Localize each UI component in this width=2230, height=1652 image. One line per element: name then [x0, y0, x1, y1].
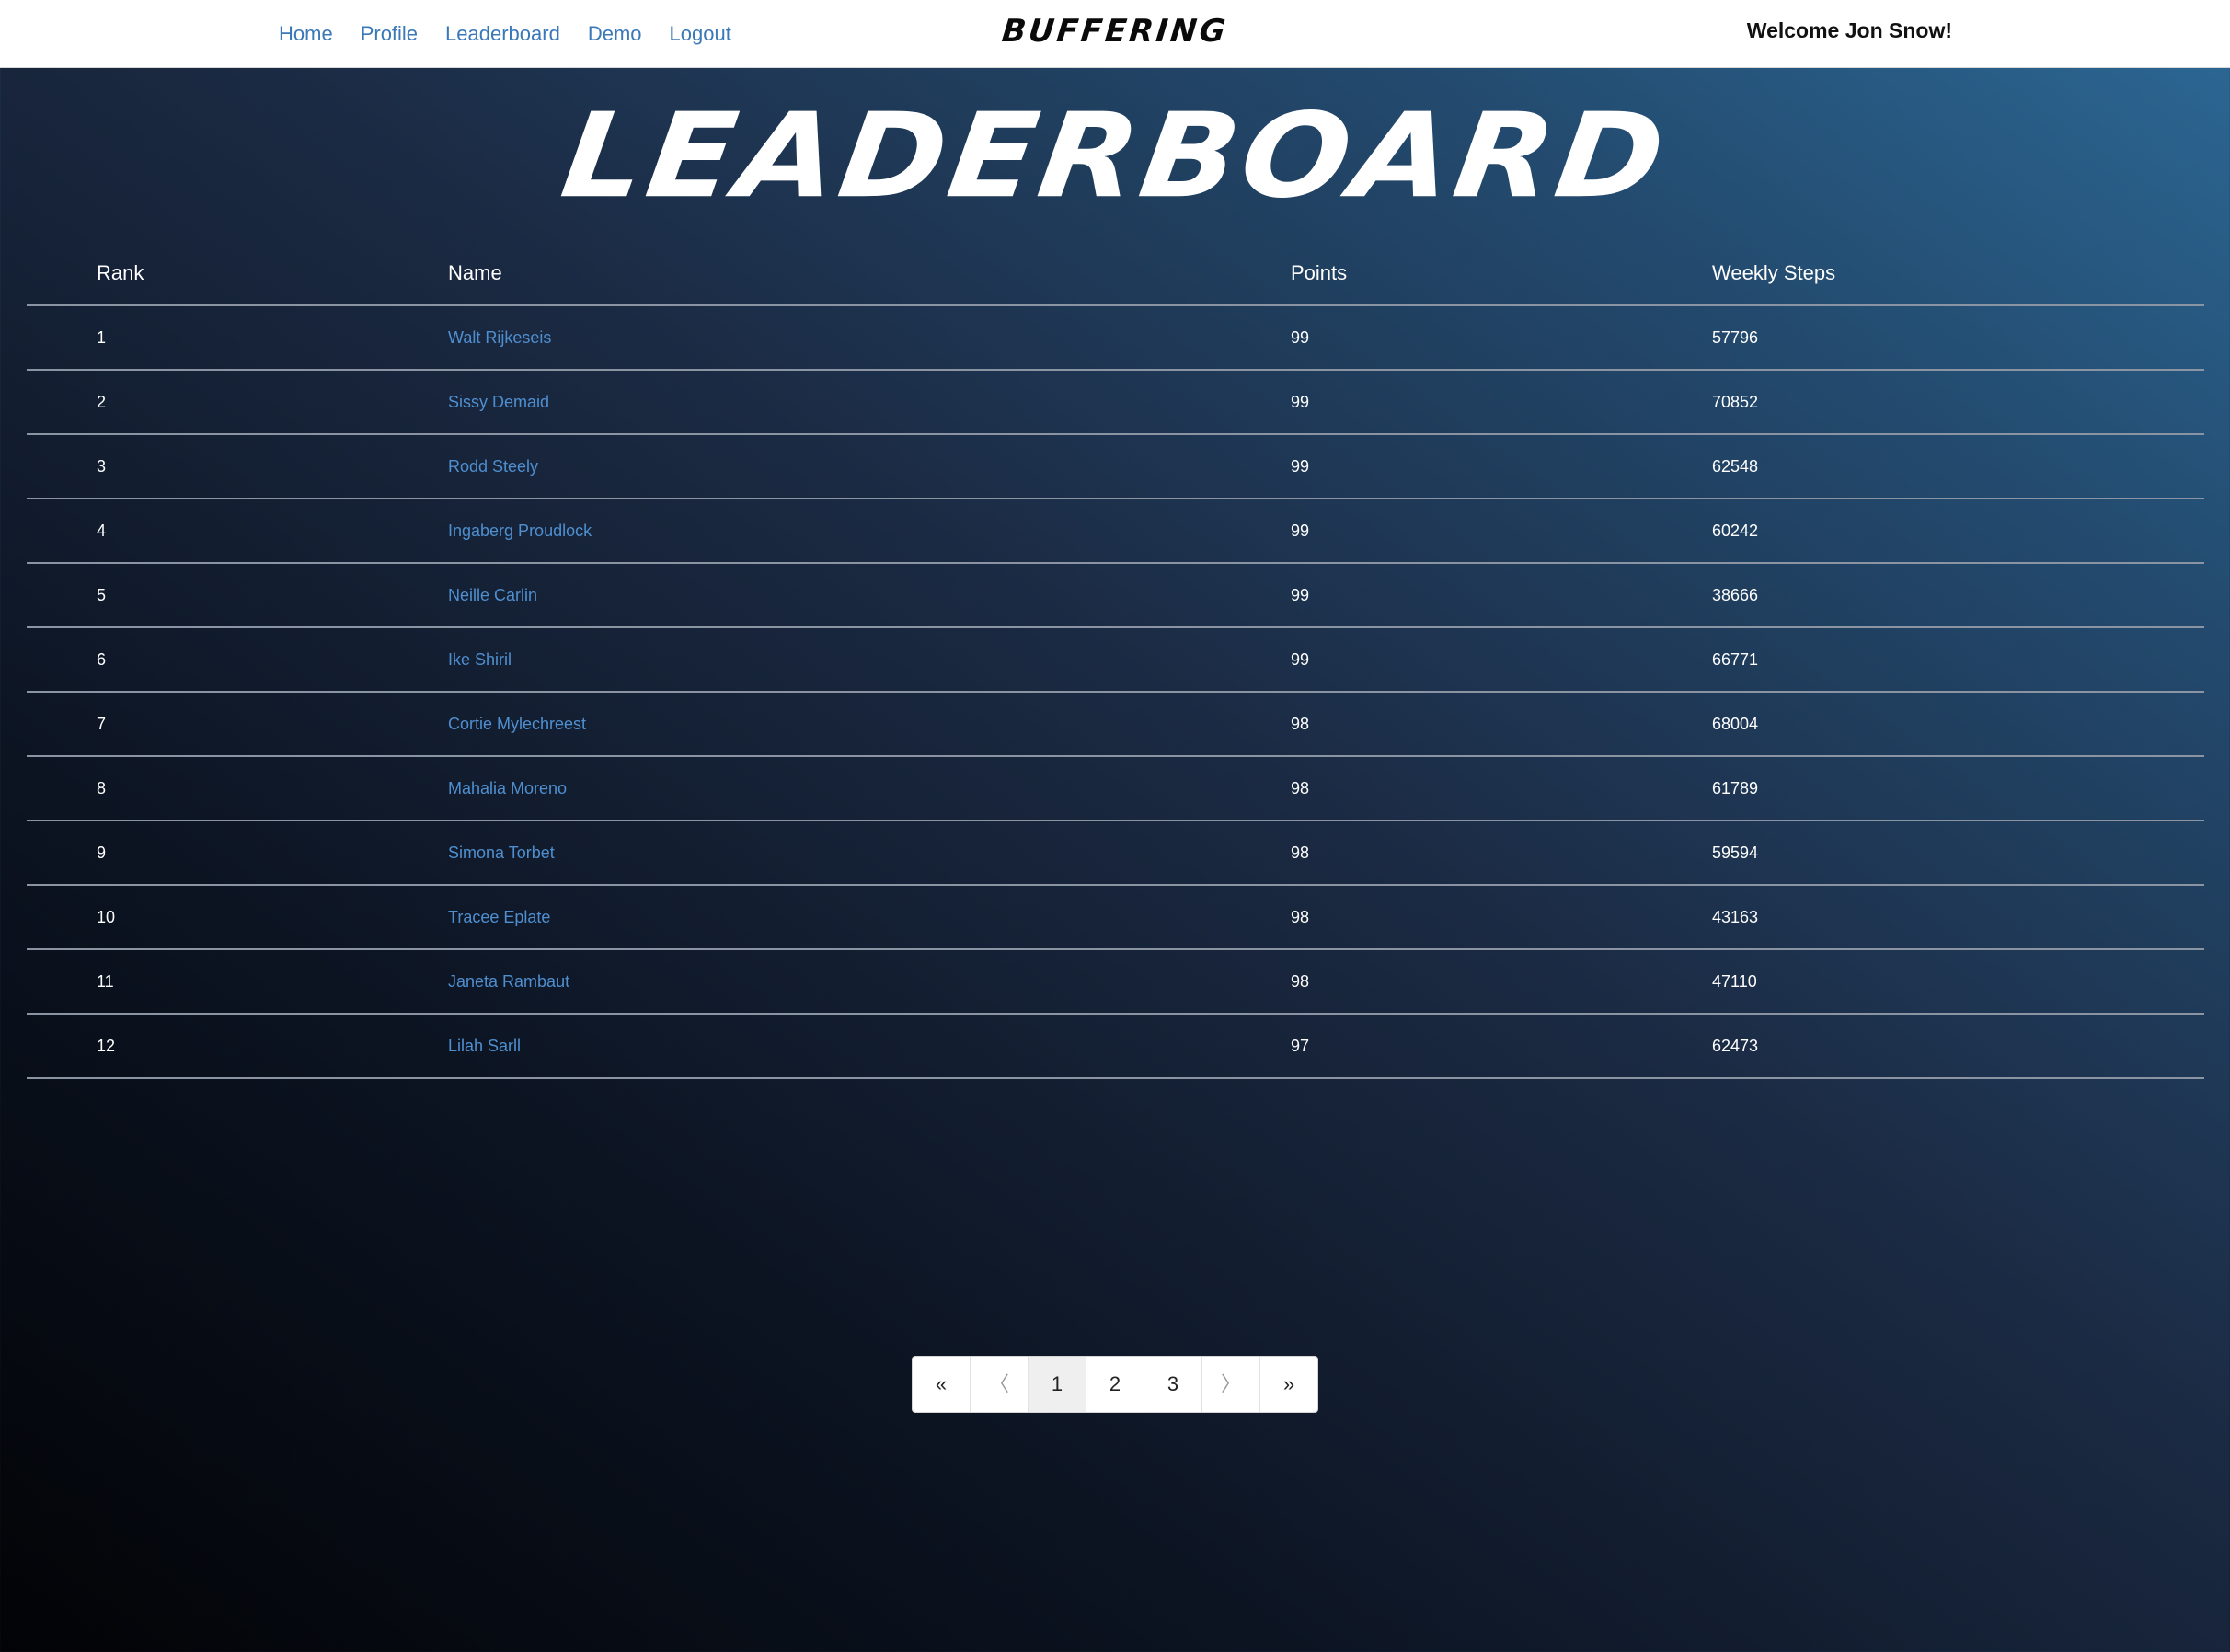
header-weekly-steps: Weekly Steps: [1712, 241, 2204, 306]
pagination-first-button[interactable]: «: [913, 1357, 971, 1412]
table-row: 8 Mahalia Moreno 98 61789: [27, 756, 2204, 821]
rank-cell: 7: [27, 692, 448, 757]
points-cell: 99: [1291, 434, 1712, 499]
name-cell: Lilah Sarll: [448, 1014, 1291, 1079]
table-row: 11 Janeta Rambaut 98 47110: [27, 949, 2204, 1015]
weekly-steps-cell: 43163: [1712, 885, 2204, 950]
rank-cell: 6: [27, 627, 448, 693]
weekly-steps-cell: 70852: [1712, 370, 2204, 435]
table-row: 3 Rodd Steely 99 62548: [27, 434, 2204, 499]
rank-cell: 12: [27, 1014, 448, 1079]
rank-cell: 2: [27, 370, 448, 435]
player-name-link[interactable]: Ingaberg Proudlock: [448, 522, 592, 540]
points-cell: 98: [1291, 692, 1712, 757]
name-cell: Sissy Demaid: [448, 370, 1291, 435]
table-header-row: Rank Name Points Weekly Steps: [27, 241, 2204, 306]
points-cell: 98: [1291, 820, 1712, 886]
player-name-link[interactable]: Lilah Sarll: [448, 1037, 521, 1055]
top-navbar: Home Profile Leaderboard Demo Logout BUF…: [0, 0, 2230, 68]
name-cell: Cortie Mylechreest: [448, 692, 1291, 757]
points-cell: 98: [1291, 885, 1712, 950]
points-cell: 97: [1291, 1014, 1712, 1079]
player-name-link[interactable]: Walt Rijkeseis: [448, 328, 551, 347]
weekly-steps-cell: 68004: [1712, 692, 2204, 757]
rank-cell: 1: [27, 305, 448, 371]
welcome-message: Welcome Jon Snow!: [1746, 18, 1952, 42]
name-cell: Ingaberg Proudlock: [448, 499, 1291, 564]
name-cell: Neille Carlin: [448, 563, 1291, 628]
points-cell: 98: [1291, 949, 1712, 1015]
name-cell: Tracee Eplate: [448, 885, 1291, 950]
points-cell: 99: [1291, 499, 1712, 564]
player-name-link[interactable]: Neille Carlin: [448, 586, 537, 604]
table-row: 6 Ike Shiril 99 66771: [27, 627, 2204, 693]
player-name-link[interactable]: Ike Shiril: [448, 650, 512, 669]
weekly-steps-cell: 60242: [1712, 499, 2204, 564]
points-cell: 99: [1291, 370, 1712, 435]
table-row: 10 Tracee Eplate 98 43163: [27, 885, 2204, 950]
pagination-page-3[interactable]: 3: [1144, 1357, 1202, 1412]
weekly-steps-cell: 57796: [1712, 305, 2204, 371]
table-body: 1 Walt Rijkeseis 99 57796 2 Sissy Demaid 99 708…: [27, 305, 2204, 1079]
name-cell: Janeta Rambaut: [448, 949, 1291, 1015]
name-cell: Ike Shiril: [448, 627, 1291, 693]
rank-cell: 5: [27, 563, 448, 628]
header-rank: Rank: [27, 241, 448, 306]
rank-cell: 11: [27, 949, 448, 1015]
player-name-link[interactable]: Sissy Demaid: [448, 393, 549, 411]
player-name-link[interactable]: Mahalia Moreno: [448, 779, 567, 797]
weekly-steps-cell: 62473: [1712, 1014, 2204, 1079]
weekly-steps-cell: 66771: [1712, 627, 2204, 693]
name-cell: Mahalia Moreno: [448, 756, 1291, 821]
weekly-steps-cell: 61789: [1712, 756, 2204, 821]
points-cell: 99: [1291, 305, 1712, 371]
pagination-next-button[interactable]: 〉: [1202, 1357, 1260, 1412]
name-cell: Walt Rijkeseis: [448, 305, 1291, 371]
pagination-last-button[interactable]: »: [1260, 1357, 1317, 1412]
table-row: 7 Cortie Mylechreest 98 68004: [27, 692, 2204, 757]
points-cell: 98: [1291, 756, 1712, 821]
rank-cell: 9: [27, 820, 448, 886]
table-row: 2 Sissy Demaid 99 70852: [27, 370, 2204, 435]
player-name-link[interactable]: Cortie Mylechreest: [448, 715, 586, 733]
pagination-prev-button[interactable]: 〈: [971, 1357, 1029, 1412]
pagination-page-2[interactable]: 2: [1086, 1357, 1144, 1412]
rank-cell: 4: [27, 499, 448, 564]
weekly-steps-cell: 62548: [1712, 434, 2204, 499]
rank-cell: 3: [27, 434, 448, 499]
pagination: « 〈 1 2 3 〉 »: [912, 1356, 1318, 1413]
weekly-steps-cell: 59594: [1712, 820, 2204, 886]
page-title: LEADERBOARD: [554, 87, 1676, 224]
weekly-steps-cell: 47110: [1712, 949, 2204, 1015]
player-name-link[interactable]: Rodd Steely: [448, 457, 538, 476]
player-name-link[interactable]: Janeta Rambaut: [448, 972, 569, 991]
table-row: 1 Walt Rijkeseis 99 57796: [27, 305, 2204, 371]
player-name-link[interactable]: Tracee Eplate: [448, 908, 550, 926]
table-row: 9 Simona Torbet 98 59594: [27, 820, 2204, 886]
leaderboard-table: Rank Name Points Weekly Steps 1 Walt Rijk…: [27, 241, 2204, 1079]
table-row: 12 Lilah Sarll 97 62473: [27, 1014, 2204, 1079]
table-row: 5 Neille Carlin 99 38666: [27, 563, 2204, 628]
header-name: Name: [448, 241, 1291, 306]
points-cell: 99: [1291, 627, 1712, 693]
rank-cell: 8: [27, 756, 448, 821]
player-name-link[interactable]: Simona Torbet: [448, 843, 555, 862]
leaderboard-table-container: Rank Name Points Weekly Steps 1 Walt Rijk…: [27, 241, 2204, 1079]
points-cell: 99: [1291, 563, 1712, 628]
weekly-steps-cell: 38666: [1712, 563, 2204, 628]
name-cell: Simona Torbet: [448, 820, 1291, 886]
pagination-page-1[interactable]: 1: [1029, 1357, 1086, 1412]
table-row: 4 Ingaberg Proudlock 99 60242: [27, 499, 2204, 564]
rank-cell: 10: [27, 885, 448, 950]
name-cell: Rodd Steely: [448, 434, 1291, 499]
header-points: Points: [1291, 241, 1712, 306]
